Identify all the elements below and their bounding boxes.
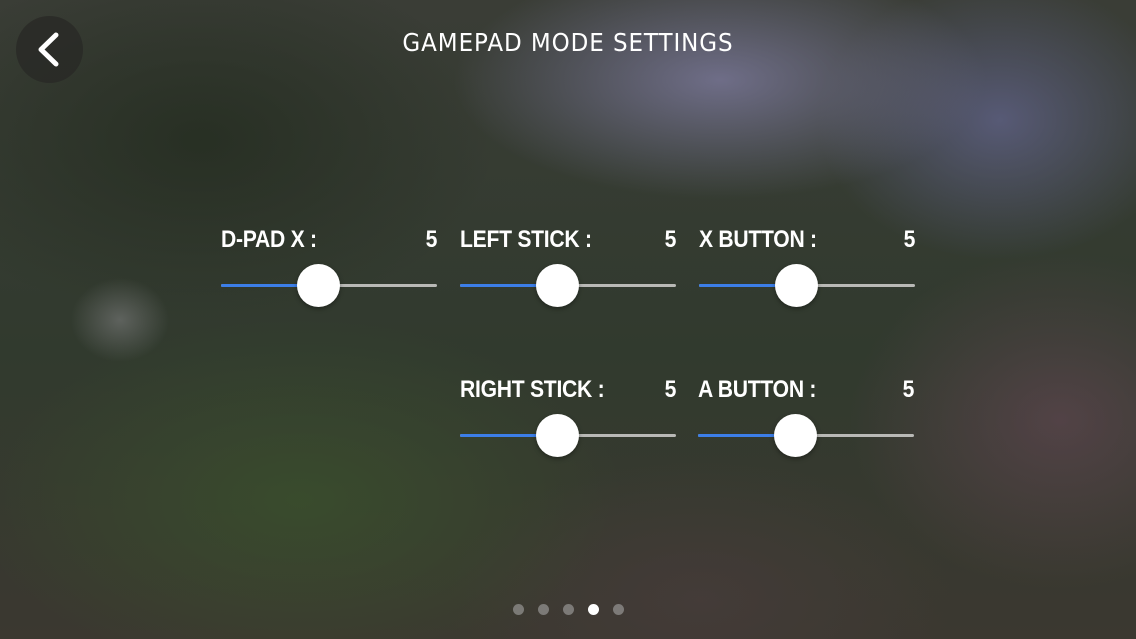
setting-label: A BUTTON : <box>698 376 817 403</box>
setting-a-button: A BUTTON : 5 <box>698 376 914 457</box>
dpad-x-slider[interactable] <box>221 264 437 307</box>
page-dot[interactable] <box>612 604 624 615</box>
slider-thumb[interactable] <box>775 264 819 307</box>
page-indicator <box>0 604 1136 616</box>
x-button-slider[interactable] <box>699 264 915 307</box>
setting-right-stick: RIGHT STICK : 5 <box>460 376 676 457</box>
blurred-background <box>0 0 1136 639</box>
setting-left-stick: LEFT STICK : 5 <box>460 226 676 307</box>
setting-value: 5 <box>902 376 914 403</box>
setting-value: 5 <box>425 226 437 253</box>
setting-x-button: X BUTTON : 5 <box>699 226 915 307</box>
slider-thumb[interactable] <box>297 264 341 307</box>
setting-label: D-PAD X : <box>221 226 317 253</box>
page-dot[interactable] <box>537 604 549 615</box>
setting-label: LEFT STICK : <box>460 226 592 253</box>
page-dot[interactable] <box>587 604 599 615</box>
setting-dpad-x: D-PAD X : 5 <box>221 226 437 307</box>
setting-label: RIGHT STICK : <box>460 376 605 403</box>
left-stick-slider[interactable] <box>460 264 676 307</box>
page-title: GAMEPAD MODE SETTINGS <box>402 28 734 57</box>
setting-value: 5 <box>903 226 915 253</box>
slider-thumb[interactable] <box>536 264 580 307</box>
slider-thumb[interactable] <box>536 414 580 457</box>
page-dot[interactable] <box>512 604 524 615</box>
right-stick-slider[interactable] <box>460 414 676 457</box>
slider-thumb[interactable] <box>774 414 818 457</box>
setting-label: X BUTTON : <box>699 226 817 253</box>
page-dot[interactable] <box>562 604 574 615</box>
setting-value: 5 <box>664 376 676 403</box>
setting-value: 5 <box>664 226 676 253</box>
a-button-slider[interactable] <box>698 414 914 457</box>
